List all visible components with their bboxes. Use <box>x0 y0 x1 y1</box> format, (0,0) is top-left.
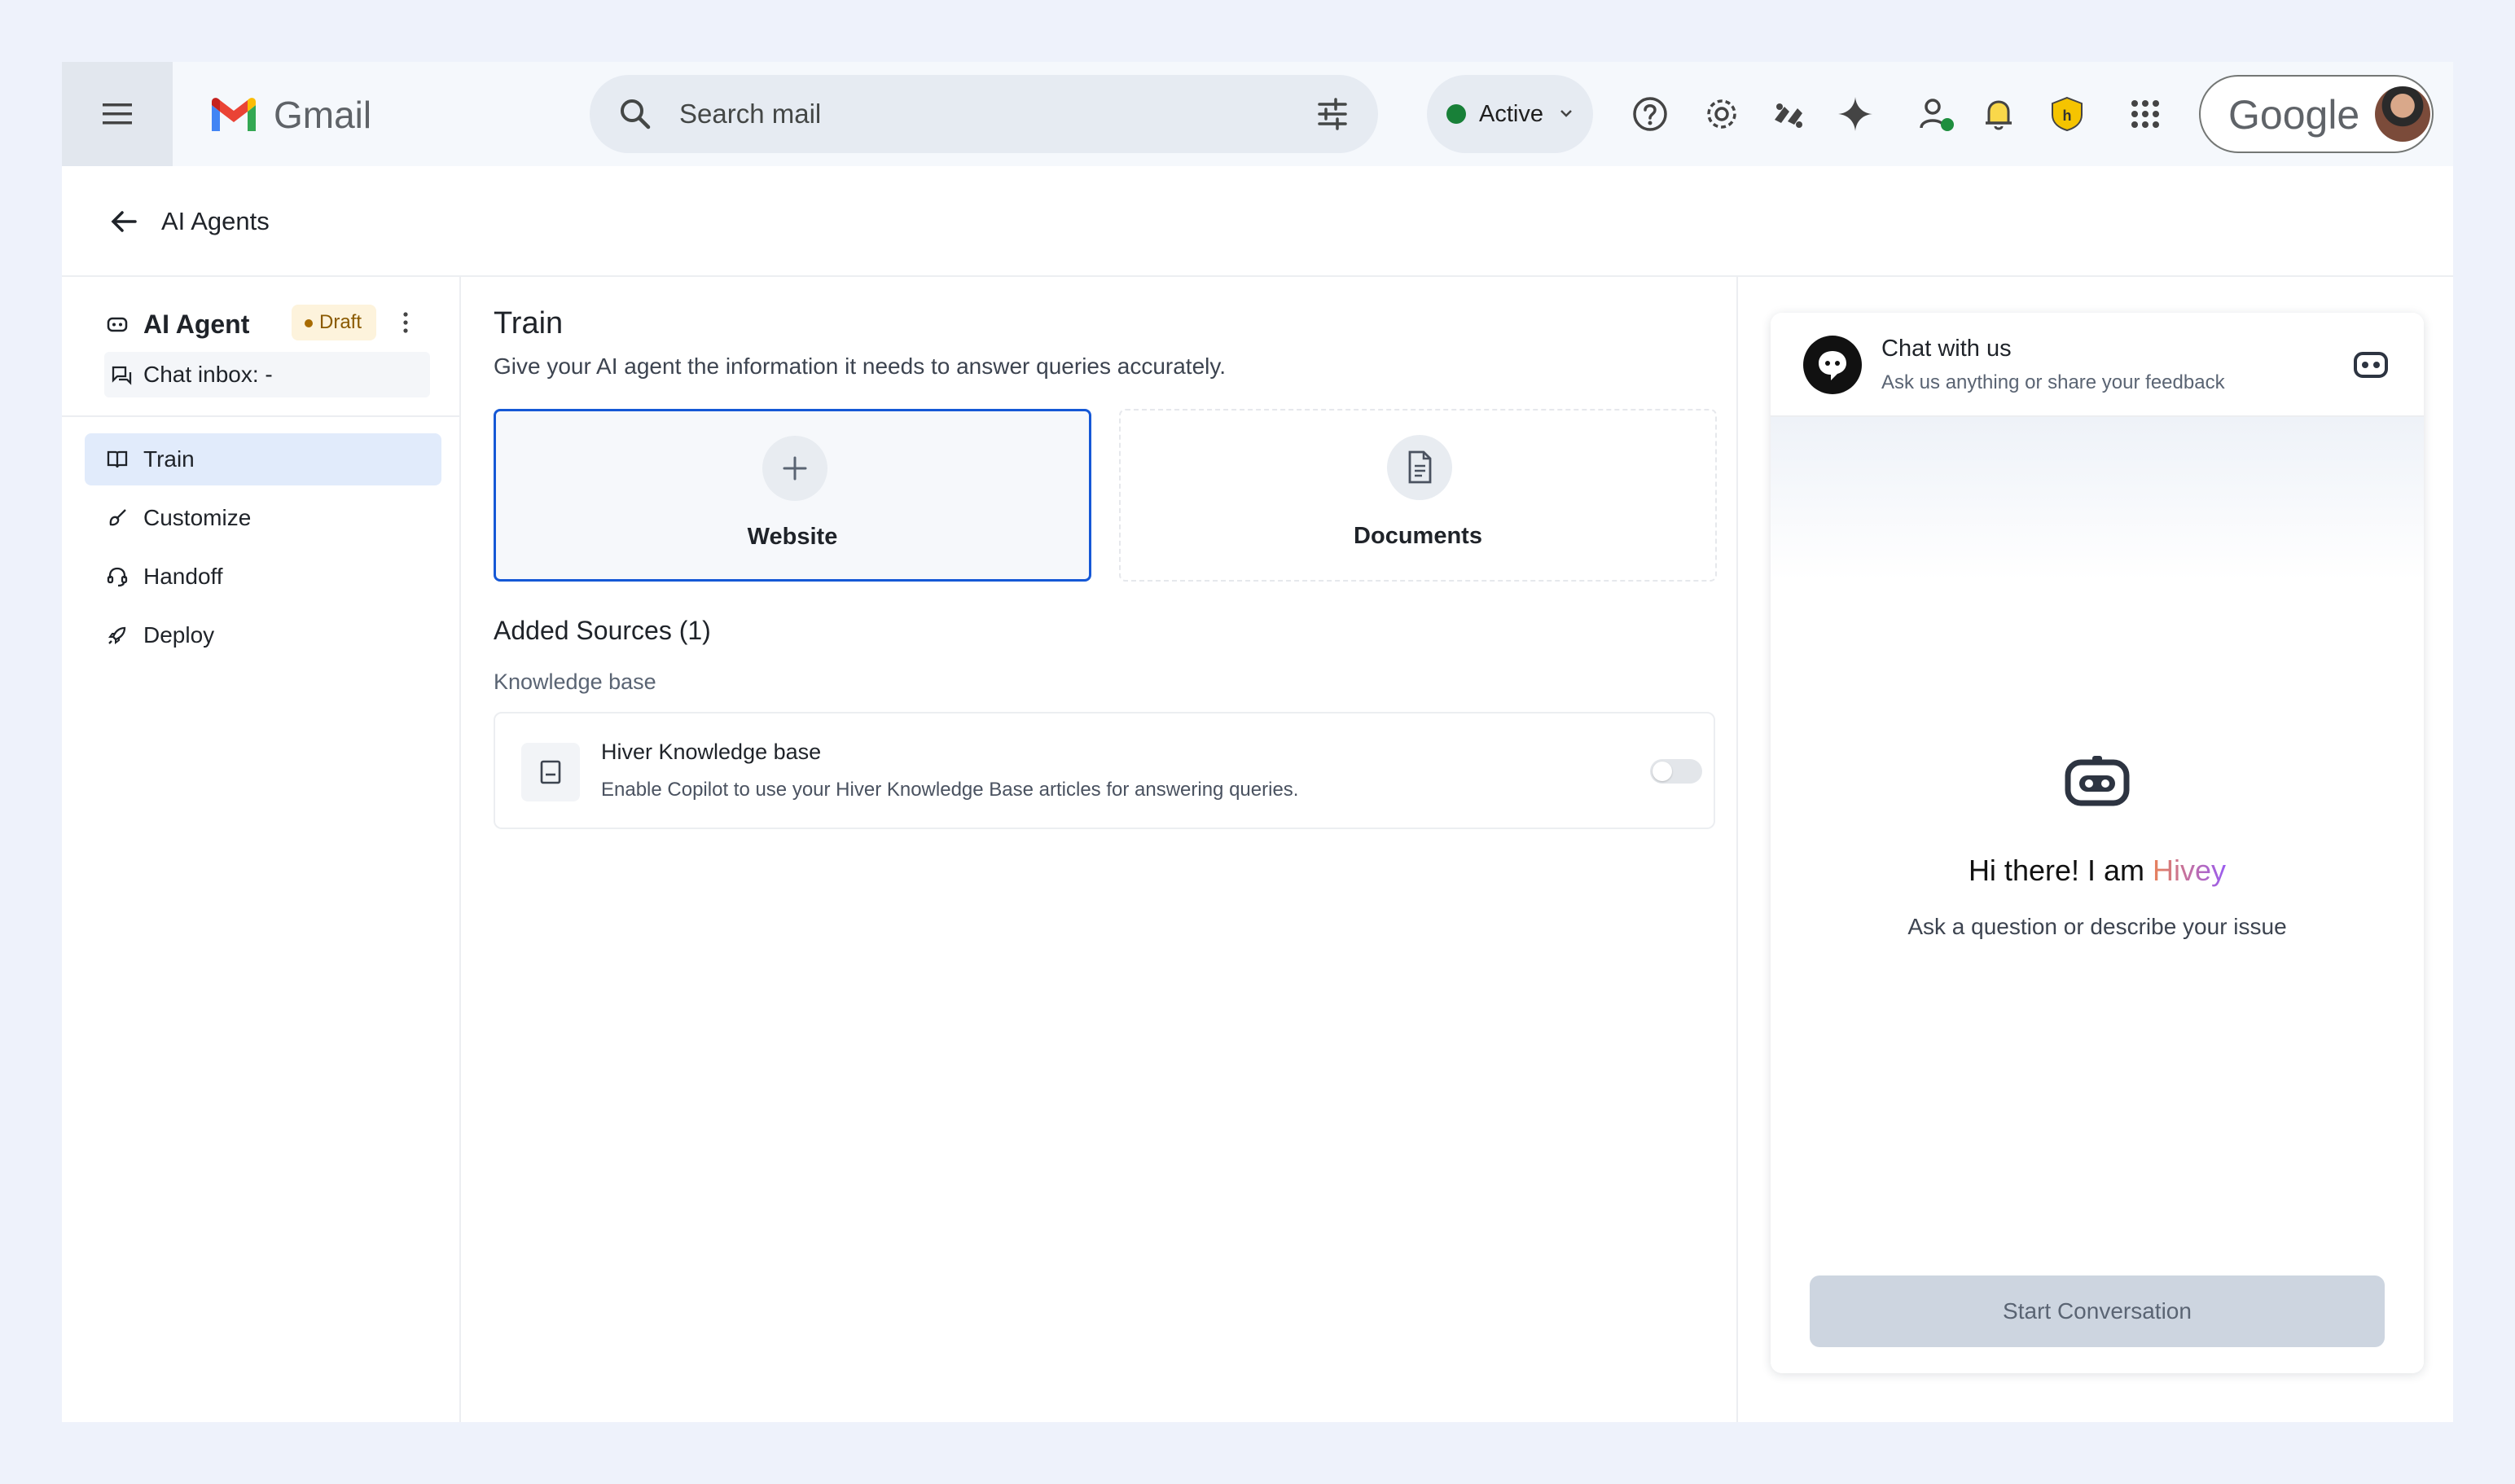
plus-icon-wrap <box>762 436 827 501</box>
bell-icon <box>1986 100 2012 130</box>
kb-description: Enable Copilot to use your Hiver Knowled… <box>601 779 1299 801</box>
sidebar-divider <box>62 415 459 417</box>
search-icon[interactable] <box>616 94 655 134</box>
book-icon <box>107 450 128 468</box>
status-label: Active <box>1479 100 1543 127</box>
kb-enable-toggle[interactable] <box>1650 759 1702 784</box>
website-source-card[interactable]: Website <box>494 409 1091 582</box>
back-arrow-icon[interactable] <box>108 205 140 238</box>
status-badge: Draft <box>292 305 377 340</box>
chat-title: Chat with us <box>1881 336 2012 362</box>
sidebar-item-label: Customize <box>143 505 252 530</box>
sidebar-item-label: Train <box>143 446 195 472</box>
knowledge-base-icon <box>540 760 561 784</box>
avatar[interactable] <box>2375 86 2430 142</box>
knowledge-base-item: Hiver Knowledge base Enable Copilot to u… <box>494 712 1715 829</box>
more-vert-icon[interactable] <box>397 308 414 337</box>
google-apps-button[interactable] <box>2124 93 2166 135</box>
apps-script-button[interactable] <box>1767 93 1810 135</box>
chat-logo <box>1803 336 1862 394</box>
sidebar-item-train[interactable]: Train <box>85 433 441 485</box>
headset-icon <box>107 567 128 587</box>
greeting: Hi there! I am Hivey <box>1771 854 2424 888</box>
main-menu-button[interactable] <box>62 62 173 166</box>
kb-title: Hiver Knowledge base <box>601 740 822 764</box>
sidebar-item-label: Deploy <box>143 622 215 648</box>
page-title: AI Agents <box>161 207 270 235</box>
search-input[interactable]: Search mail <box>679 99 821 130</box>
bot-icon <box>2065 756 2130 806</box>
svg-text:h: h <box>2063 108 2072 124</box>
section-title: Train <box>494 306 564 340</box>
contacts-button[interactable] <box>1916 93 1958 135</box>
main-panel: AI Agents AI Agent Draft Chat inbox: - T… <box>62 166 2453 1422</box>
chat-bubble-icon <box>112 366 132 385</box>
contacts-icon <box>1920 99 1954 131</box>
chat-prompt: Ask a question or describe your issue <box>1907 914 2287 939</box>
bot-name: Hivey <box>2153 854 2227 887</box>
train-content: Train Give your AI agent the information… <box>461 277 1736 1422</box>
apps-grid-icon <box>2131 100 2159 128</box>
start-conversation-button[interactable]: Start Conversation <box>1810 1275 2385 1347</box>
sidebar-item-deploy[interactable]: Deploy <box>85 609 441 661</box>
chat-bubble-logo-icon <box>1819 351 1846 380</box>
sidebar: AI Agent Draft Chat inbox: - Train Custo… <box>62 277 461 1422</box>
chat-header: Chat with us Ask us anything or share yo… <box>1771 313 2424 417</box>
knowledge-base-label: Knowledge base <box>494 670 656 694</box>
document-icon <box>1408 450 1432 484</box>
notifications-button[interactable] <box>1977 93 2020 135</box>
agent-name: AI Agent <box>143 310 250 339</box>
help-button[interactable] <box>1629 93 1671 135</box>
sidebar-item-customize[interactable]: Customize <box>85 492 441 544</box>
chat-preview-column: Chat with us Ask us anything or share yo… <box>1736 277 2453 1422</box>
sidebar-item-label: Handoff <box>143 564 223 589</box>
chat-inbox-label: Chat inbox: - <box>143 362 273 387</box>
gemini-button[interactable] <box>1834 93 1876 135</box>
top-bar: Gmail Search mail Active h Google <box>62 62 2453 166</box>
kb-icon-wrap <box>521 743 580 801</box>
gemini-icon <box>1838 97 1872 131</box>
settings-button[interactable] <box>1701 93 1743 135</box>
chat-widget-preview: Chat with us Ask us anything or share yo… <box>1771 313 2424 1373</box>
tune-icon[interactable] <box>1313 94 1352 134</box>
search-bar[interactable]: Search mail <box>590 75 1378 153</box>
rocket-icon <box>108 626 126 644</box>
hiver-button[interactable]: h <box>2046 93 2088 135</box>
chevron-down-icon <box>1560 110 1572 117</box>
status-dot <box>1446 104 1466 124</box>
chat-body: Hi there! I am Hivey Ask a question or d… <box>1771 417 2424 1373</box>
google-account-button[interactable]: Google <box>2199 75 2434 153</box>
gmail-m-icon <box>212 98 256 131</box>
card-label: Website <box>747 524 838 550</box>
brush-icon <box>109 509 126 526</box>
settings-icon <box>1707 99 1736 129</box>
section-description: Give your AI agent the information it ne… <box>494 353 1227 379</box>
card-label: Documents <box>1354 523 1482 549</box>
hiver-shield-icon: h <box>2052 96 2083 132</box>
gmail-logo[interactable]: Gmail <box>208 93 371 137</box>
bot-icon <box>107 317 128 332</box>
menu-icon <box>103 103 132 125</box>
chat-subtitle: Ask us anything or share your feedback <box>1881 371 2225 393</box>
help-icon <box>1633 97 1667 131</box>
documents-source-card[interactable]: Documents <box>1119 409 1717 582</box>
document-icon-wrap <box>1387 435 1452 500</box>
apps-script-icon <box>1775 103 1802 128</box>
status-dropdown[interactable]: Active <box>1427 75 1593 153</box>
toggle-knob <box>1653 762 1672 781</box>
added-sources-title: Added Sources (1) <box>494 616 711 645</box>
page-header: AI Agents <box>62 166 2453 277</box>
bot-icon[interactable] <box>2352 350 2390 380</box>
sidebar-item-handoff[interactable]: Handoff <box>85 551 441 603</box>
gmail-wordmark: Gmail <box>274 94 372 136</box>
plus-icon <box>783 456 807 481</box>
greeting-prefix: Hi there! I am <box>1968 854 2153 887</box>
google-wordmark: Google <box>2228 92 2360 138</box>
